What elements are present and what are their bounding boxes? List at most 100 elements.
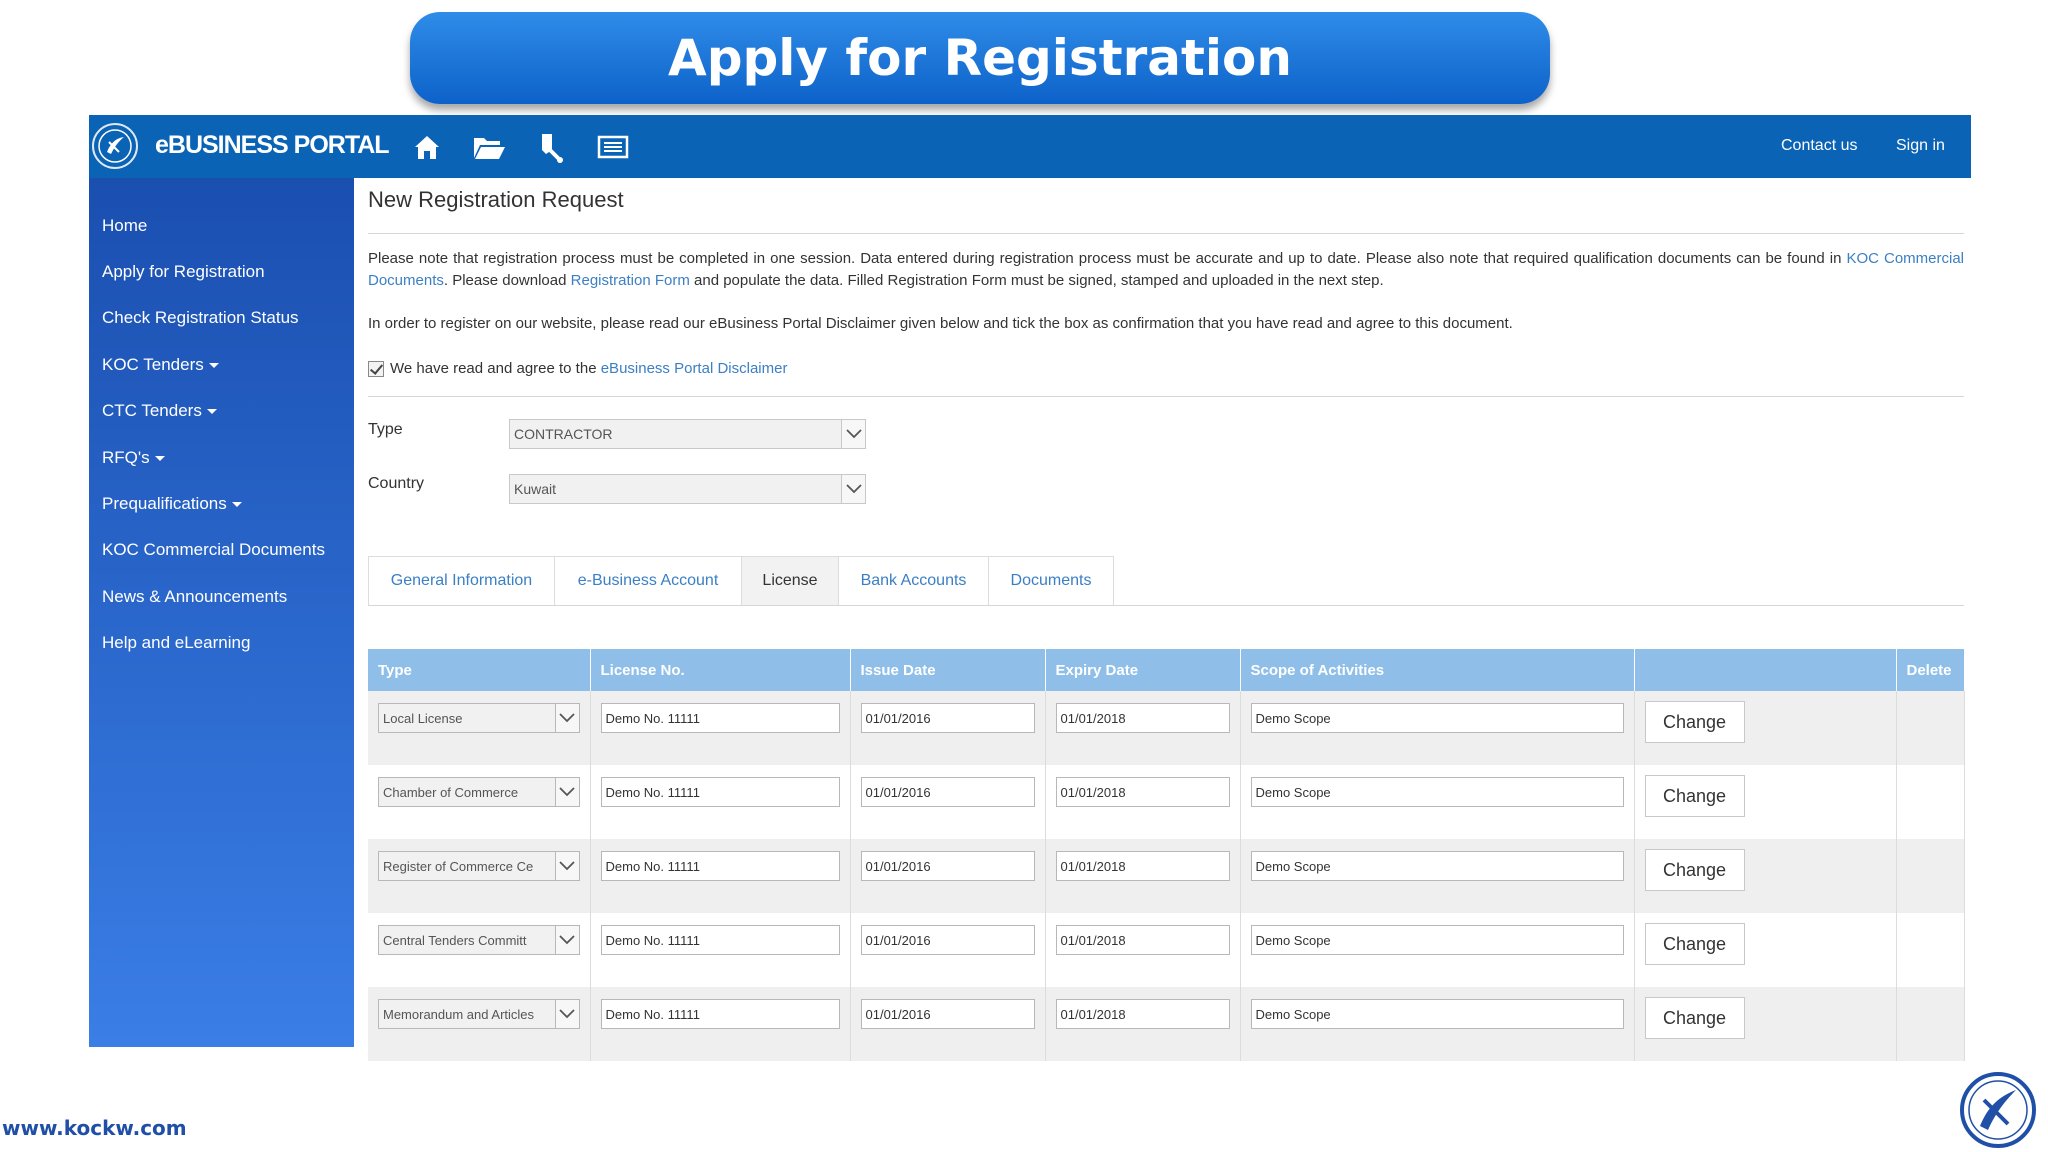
- sidebar-item-apply-registration[interactable]: Apply for Registration: [102, 262, 265, 282]
- tab-documents[interactable]: Documents: [988, 556, 1114, 606]
- website-url: www.kockw.com: [2, 1116, 187, 1140]
- license-no-input[interactable]: Demo No. 11111: [600, 703, 840, 733]
- scope-input[interactable]: Demo Scope: [1250, 703, 1624, 733]
- license-no-cell: Demo No. 11111: [590, 839, 851, 913]
- country-label: Country: [368, 475, 425, 492]
- column-header-type: Type: [368, 649, 591, 691]
- issue-date-input[interactable]: 01/01/2016: [860, 851, 1035, 881]
- license-no-input[interactable]: Demo No. 11111: [600, 999, 840, 1029]
- tools-icon[interactable]: [533, 129, 569, 165]
- registration-notice: Please note that registration process mu…: [368, 250, 1964, 289]
- scope-input[interactable]: Demo Scope: [1250, 999, 1624, 1029]
- disclaimer-link[interactable]: eBusiness Portal Disclaimer: [601, 360, 788, 377]
- list-icon[interactable]: [595, 129, 631, 165]
- scope-cell: Demo Scope: [1240, 691, 1635, 765]
- license-type-select[interactable]: Chamber of Commerce: [378, 777, 580, 807]
- action-cell: Change: [1634, 987, 1897, 1061]
- issue-date-cell: 01/01/2016: [850, 691, 1046, 765]
- type-cell: Chamber of Commerce: [368, 765, 591, 839]
- sidebar-item-ctc-tenders[interactable]: CTC Tenders: [102, 401, 217, 421]
- expiry-date-input[interactable]: 01/01/2018: [1055, 851, 1230, 881]
- sidebar-item-home[interactable]: Home: [102, 216, 147, 236]
- koc-logo-icon[interactable]: [92, 123, 138, 169]
- license-type-select[interactable]: Register of Commerce Ce: [378, 851, 580, 881]
- tab-license[interactable]: License: [741, 556, 838, 606]
- sidebar-item-koc-tenders[interactable]: KOC Tenders: [102, 355, 219, 375]
- koc-company-logo: [1950, 1060, 2040, 1150]
- column-header-scope: Scope of Activities: [1240, 649, 1635, 691]
- scope-cell: Demo Scope: [1240, 913, 1635, 987]
- change-button[interactable]: Change: [1644, 997, 1745, 1039]
- type-cell: Central Tenders Committ: [368, 913, 591, 987]
- sidebar-item-prequalifications[interactable]: Prequalifications: [102, 494, 242, 514]
- expiry-date-cell: 01/01/2018: [1045, 913, 1241, 987]
- change-button[interactable]: Change: [1644, 775, 1745, 817]
- scope-input[interactable]: Demo Scope: [1250, 777, 1624, 807]
- folder-icon[interactable]: [471, 129, 507, 165]
- slide-title: Apply for Registration: [668, 29, 1292, 87]
- chevron-down-icon: [554, 1000, 579, 1028]
- scope-input[interactable]: Demo Scope: [1250, 851, 1624, 881]
- tab-bank-accounts[interactable]: Bank Accounts: [838, 556, 988, 606]
- divider: [368, 233, 1964, 234]
- license-type-select[interactable]: Memorandum and Articles: [378, 999, 580, 1029]
- divider: [368, 605, 1964, 606]
- tab-ebusiness-account[interactable]: e-Business Account: [554, 556, 741, 606]
- column-header-delete: Delete: [1896, 649, 1965, 691]
- sign-in-link[interactable]: Sign in: [1896, 137, 1945, 155]
- issue-date-input[interactable]: 01/01/2016: [860, 999, 1035, 1029]
- caret-down-icon: [206, 409, 217, 415]
- action-cell: Change: [1634, 839, 1897, 913]
- chevron-down-icon: [841, 475, 865, 503]
- scope-input[interactable]: Demo Scope: [1250, 925, 1624, 955]
- caret-down-icon: [231, 502, 242, 508]
- change-button[interactable]: Change: [1644, 701, 1745, 743]
- license-type-select[interactable]: Central Tenders Committ: [378, 925, 580, 955]
- sidebar-item-check-status[interactable]: Check Registration Status: [102, 308, 299, 328]
- issue-date-input[interactable]: 01/01/2016: [860, 703, 1035, 733]
- action-cell: Change: [1634, 765, 1897, 839]
- license-no-input[interactable]: Demo No. 11111: [600, 925, 840, 955]
- type-cell: Local License: [368, 691, 591, 765]
- tab-general-information[interactable]: General Information: [368, 556, 554, 606]
- sidebar-item-rfqs[interactable]: RFQ's: [102, 448, 165, 468]
- license-no-cell: Demo No. 11111: [590, 987, 851, 1061]
- scope-cell: Demo Scope: [1240, 987, 1635, 1061]
- type-select[interactable]: CONTRACTOR: [509, 419, 866, 449]
- portal-title[interactable]: eBUSINESS PORTAL: [155, 131, 390, 160]
- license-no-input[interactable]: Demo No. 11111: [600, 851, 840, 881]
- delete-cell: [1896, 987, 1965, 1061]
- slide-title-banner: Apply for Registration: [410, 12, 1550, 104]
- expiry-date-input[interactable]: 01/01/2018: [1055, 999, 1230, 1029]
- expiry-date-input[interactable]: 01/01/2018: [1055, 925, 1230, 955]
- scope-cell: Demo Scope: [1240, 765, 1635, 839]
- sidebar: Home Apply for Registration Check Regist…: [89, 178, 354, 1047]
- country-select[interactable]: Kuwait: [509, 474, 866, 504]
- scope-cell: Demo Scope: [1240, 839, 1635, 913]
- sidebar-item-help[interactable]: Help and eLearning: [102, 633, 250, 653]
- change-button[interactable]: Change: [1644, 923, 1745, 965]
- sidebar-item-news[interactable]: News & Announcements: [102, 587, 287, 607]
- contact-us-link[interactable]: Contact us: [1781, 137, 1857, 155]
- chevron-down-icon: [554, 852, 579, 880]
- agree-checkbox[interactable]: [368, 360, 384, 377]
- type-cell: Memorandum and Articles: [368, 987, 591, 1061]
- table-header-row: Type License No. Issue Date Expiry Date …: [368, 649, 1965, 691]
- license-no-cell: Demo No. 11111: [590, 913, 851, 987]
- issue-date-input[interactable]: 01/01/2016: [860, 777, 1035, 807]
- registration-form-link[interactable]: Registration Form: [571, 272, 690, 289]
- issue-date-cell: 01/01/2016: [850, 987, 1046, 1061]
- expiry-date-input[interactable]: 01/01/2018: [1055, 703, 1230, 733]
- sidebar-item-commercial-documents[interactable]: KOC Commercial Documents: [102, 540, 325, 560]
- issue-date-input[interactable]: 01/01/2016: [860, 925, 1035, 955]
- agree-row: We have read and agree to the eBusiness …: [368, 360, 787, 377]
- change-button[interactable]: Change: [1644, 849, 1745, 891]
- expiry-date-cell: 01/01/2018: [1045, 839, 1241, 913]
- license-no-input[interactable]: Demo No. 11111: [600, 777, 840, 807]
- chevron-down-icon: [554, 926, 579, 954]
- divider: [368, 396, 1964, 397]
- license-type-select[interactable]: Local License: [378, 703, 580, 733]
- home-icon[interactable]: [409, 129, 445, 165]
- main-content: New Registration Request Please note tha…: [368, 178, 1965, 1061]
- expiry-date-input[interactable]: 01/01/2018: [1055, 777, 1230, 807]
